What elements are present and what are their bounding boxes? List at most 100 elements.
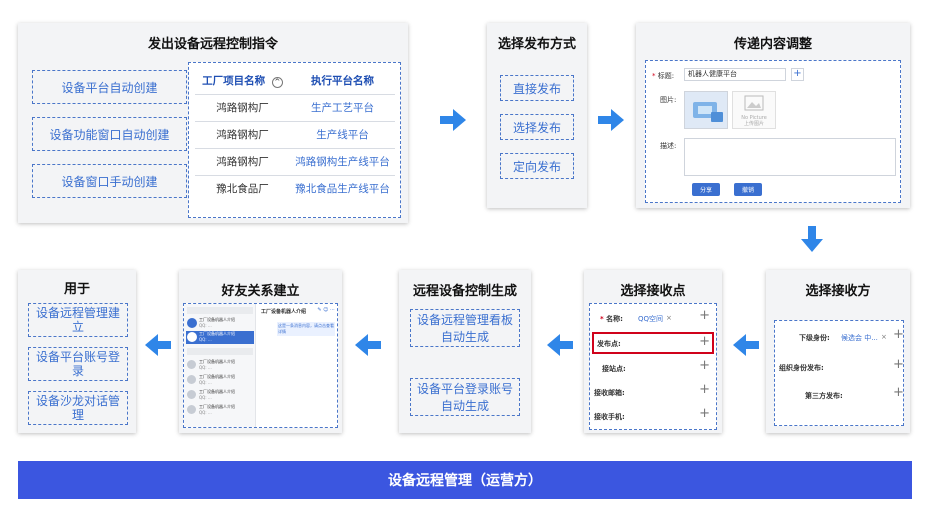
left-item-2[interactable]: 设备功能窗口自动创建 [32,117,187,151]
card-friend-relation-title: 好友关系建立 [221,284,300,299]
publish-point-row[interactable]: 发布点: + [592,332,714,354]
left-item-1[interactable]: 设备平台自动创建 [32,70,187,104]
card-select-receiver-title: 选择接收方 [805,284,871,299]
arrow-left-icon [733,334,759,356]
chat-tools-icon[interactable]: ✎ ☺ ⋯ [317,307,335,313]
use-remote-management[interactable]: 设备远程管理建立 [28,303,128,337]
remove-icon[interactable]: × [881,333,887,341]
receiver-form: 下级身份: 候选会 中... × + 组织身份发布: + 第三方发布: + [774,320,904,426]
avatar [187,360,196,369]
add-receiver-icon[interactable]: + [893,357,904,372]
name-value[interactable]: QQ空间 [638,314,663,324]
card-publish-method: 选择发布方式 直接发布 选择发布 定向发布 [487,23,587,208]
list-item[interactable]: 工厂设备机器人介绍 QQ: ... [186,331,254,344]
table-header-platform: 执行平台名称 [290,67,395,95]
receiver-label-3: 第三方发布: [805,392,843,400]
list-item[interactable]: 工厂设备机器人介绍 QQ: ... [186,374,254,387]
image-thumbnail[interactable] [684,91,728,129]
card-issue-command: 发出设备远程控制指令 设备平台自动创建 设备功能窗口自动创建 设备窗口手动创建 … [18,23,408,223]
content-form: * 标题: 机器人健康平台 + 图片: No Picture 上传图片 描述: … [645,60,901,203]
platform-table: 工厂项目名称 ^ 执行平台名称 鸿路钢构厂 生产工艺平台 鸿路钢构厂 生产线平台… [195,67,395,202]
table-row[interactable]: 鸿路钢构厂 鸿路钢构生产线平台 [195,148,395,176]
use-salon-chat[interactable]: 设备沙龙对话管理 [28,391,128,425]
list-item[interactable]: 工厂设备机器人介绍 QQ: ... [186,317,254,330]
operator-bar: 设备远程管理（运营方） [18,461,912,499]
title-label: * 标题: [652,72,675,80]
publish-select[interactable]: 选择发布 [500,114,574,140]
upload-text: 上传图片 [743,121,764,127]
list-item[interactable]: 工厂设备机器人介绍 QQ: ... [186,389,254,402]
table-row[interactable]: 鸿路钢构厂 生产线平台 [195,121,395,149]
receiver-label-2: 组织身份发布: [779,364,824,372]
chat-bubble: 这是一条消息内容，请点击查看详情 [277,322,335,336]
image-preview-icon [693,102,723,122]
table-header-factory: 工厂项目名称 ^ [195,67,290,95]
avatar [187,332,197,342]
add-point-icon[interactable]: + [699,406,710,421]
account-auto-gen[interactable]: 设备平台登录账号自动生成 [410,378,520,416]
card-remote-control-generate: 远程设备控制生成 设备远程管理看板自动生成 设备平台登录账号自动生成 [399,270,531,433]
add-point-icon[interactable]: + [699,358,710,373]
publish-point-label: 发布点: [597,340,621,348]
arrow-right-icon [440,109,466,131]
card-remote-control-generate-title: 远程设备控制生成 [412,284,517,299]
list-item[interactable]: 工厂设备机器人介绍 QQ: ... [186,404,254,417]
add-point-icon[interactable]: + [699,382,710,397]
card-publish-method-title: 选择发布方式 [497,37,576,52]
title-input[interactable]: 机器人健康平台 [684,68,786,81]
card-used-for-title: 用于 [63,282,90,297]
contact-search[interactable] [187,307,253,314]
card-issue-command-title: 发出设备远程控制指令 [147,37,278,52]
chat-window: 工厂设备机器人介绍 QQ: ... 工厂设备机器人介绍 QQ: ... 工厂设备… [183,303,338,428]
publish-direct[interactable]: 直接发布 [500,75,574,101]
table-row[interactable]: 豫北食品厂 豫北食品生产线平台 [195,175,395,202]
station-point-label: 接站点: [602,365,626,373]
arrow-left-icon [355,334,381,356]
card-select-receive-point-title: 选择接收点 [620,284,686,299]
share-button[interactable]: 分享 [692,183,720,196]
no-picture-placeholder[interactable]: No Picture 上传图片 [732,91,776,129]
desc-label: 描述: [660,142,677,150]
cancel-button[interactable]: 撤销 [734,183,762,196]
contact-list: 工厂设备机器人介绍 QQ: ... 工厂设备机器人介绍 QQ: ... 工厂设备… [184,304,256,427]
arrow-right-icon [598,109,624,131]
contact-search[interactable] [187,348,253,355]
desc-textarea[interactable] [684,138,896,176]
add-receiver-icon[interactable]: + [893,385,904,400]
receive-point-form: * 名称: QQ空间 × + 发布点: + 接站点: + 接收邮箱: + 接收手… [589,303,717,430]
chat-title: 工厂设备机器人介绍 [261,309,307,315]
avatar [187,318,197,328]
arrow-left-icon [145,334,171,356]
add-receiver-icon[interactable]: + [893,327,904,342]
arrow-left-icon [547,334,573,356]
collapse-icon[interactable]: ^ [271,76,283,88]
card-select-receiver: 选择接收方 下级身份: 候选会 中... × + 组织身份发布: + 第三方发布… [766,270,910,433]
card-content-adjust: 传递内容调整 * 标题: 机器人健康平台 + 图片: No Picture 上传… [636,23,910,208]
add-name-icon[interactable]: + [699,308,710,323]
avatar [187,375,196,384]
add-title-button[interactable]: + [791,68,804,81]
receive-email-label: 接收邮箱: [594,389,625,397]
add-point-icon[interactable]: + [699,334,710,349]
avatar [187,405,196,414]
chat-pane: 工厂设备机器人介绍 ✎ ☺ ⋯ 这是一条消息内容，请点击查看详情 [257,304,337,427]
image-label: 图片: [660,96,677,104]
table-row[interactable]: 鸿路钢构厂 生产工艺平台 [195,94,395,122]
platform-table-box: 工厂项目名称 ^ 执行平台名称 鸿路钢构厂 生产工艺平台 鸿路钢构厂 生产线平台… [188,62,401,218]
card-used-for: 用于 设备远程管理建立 设备平台账号登录 设备沙龙对话管理 [18,270,136,433]
dashboard-auto-gen[interactable]: 设备远程管理看板自动生成 [410,309,520,347]
card-content-adjust-title: 传递内容调整 [733,37,812,52]
avatar [187,390,196,399]
card-friend-relation: 好友关系建立 工厂设备机器人介绍 QQ: ... 工厂设备机器人介绍 QQ: .… [179,270,342,433]
publish-targeted[interactable]: 定向发布 [500,153,574,179]
list-item[interactable]: 工厂设备机器人介绍 QQ: ... [186,359,254,372]
remove-icon[interactable]: × [666,314,672,322]
use-account-login[interactable]: 设备平台账号登录 [28,347,128,381]
card-select-receive-point: 选择接收点 * 名称: QQ空间 × + 发布点: + 接站点: + 接收邮箱:… [584,270,722,433]
arrow-down-icon [801,226,823,252]
image-placeholder-icon [744,95,764,111]
receiver-value-1[interactable]: 候选会 中... [841,333,878,343]
left-item-3[interactable]: 设备窗口手动创建 [32,164,187,198]
receive-phone-label: 接收手机: [594,413,625,421]
name-label: * 名称: [600,315,623,323]
